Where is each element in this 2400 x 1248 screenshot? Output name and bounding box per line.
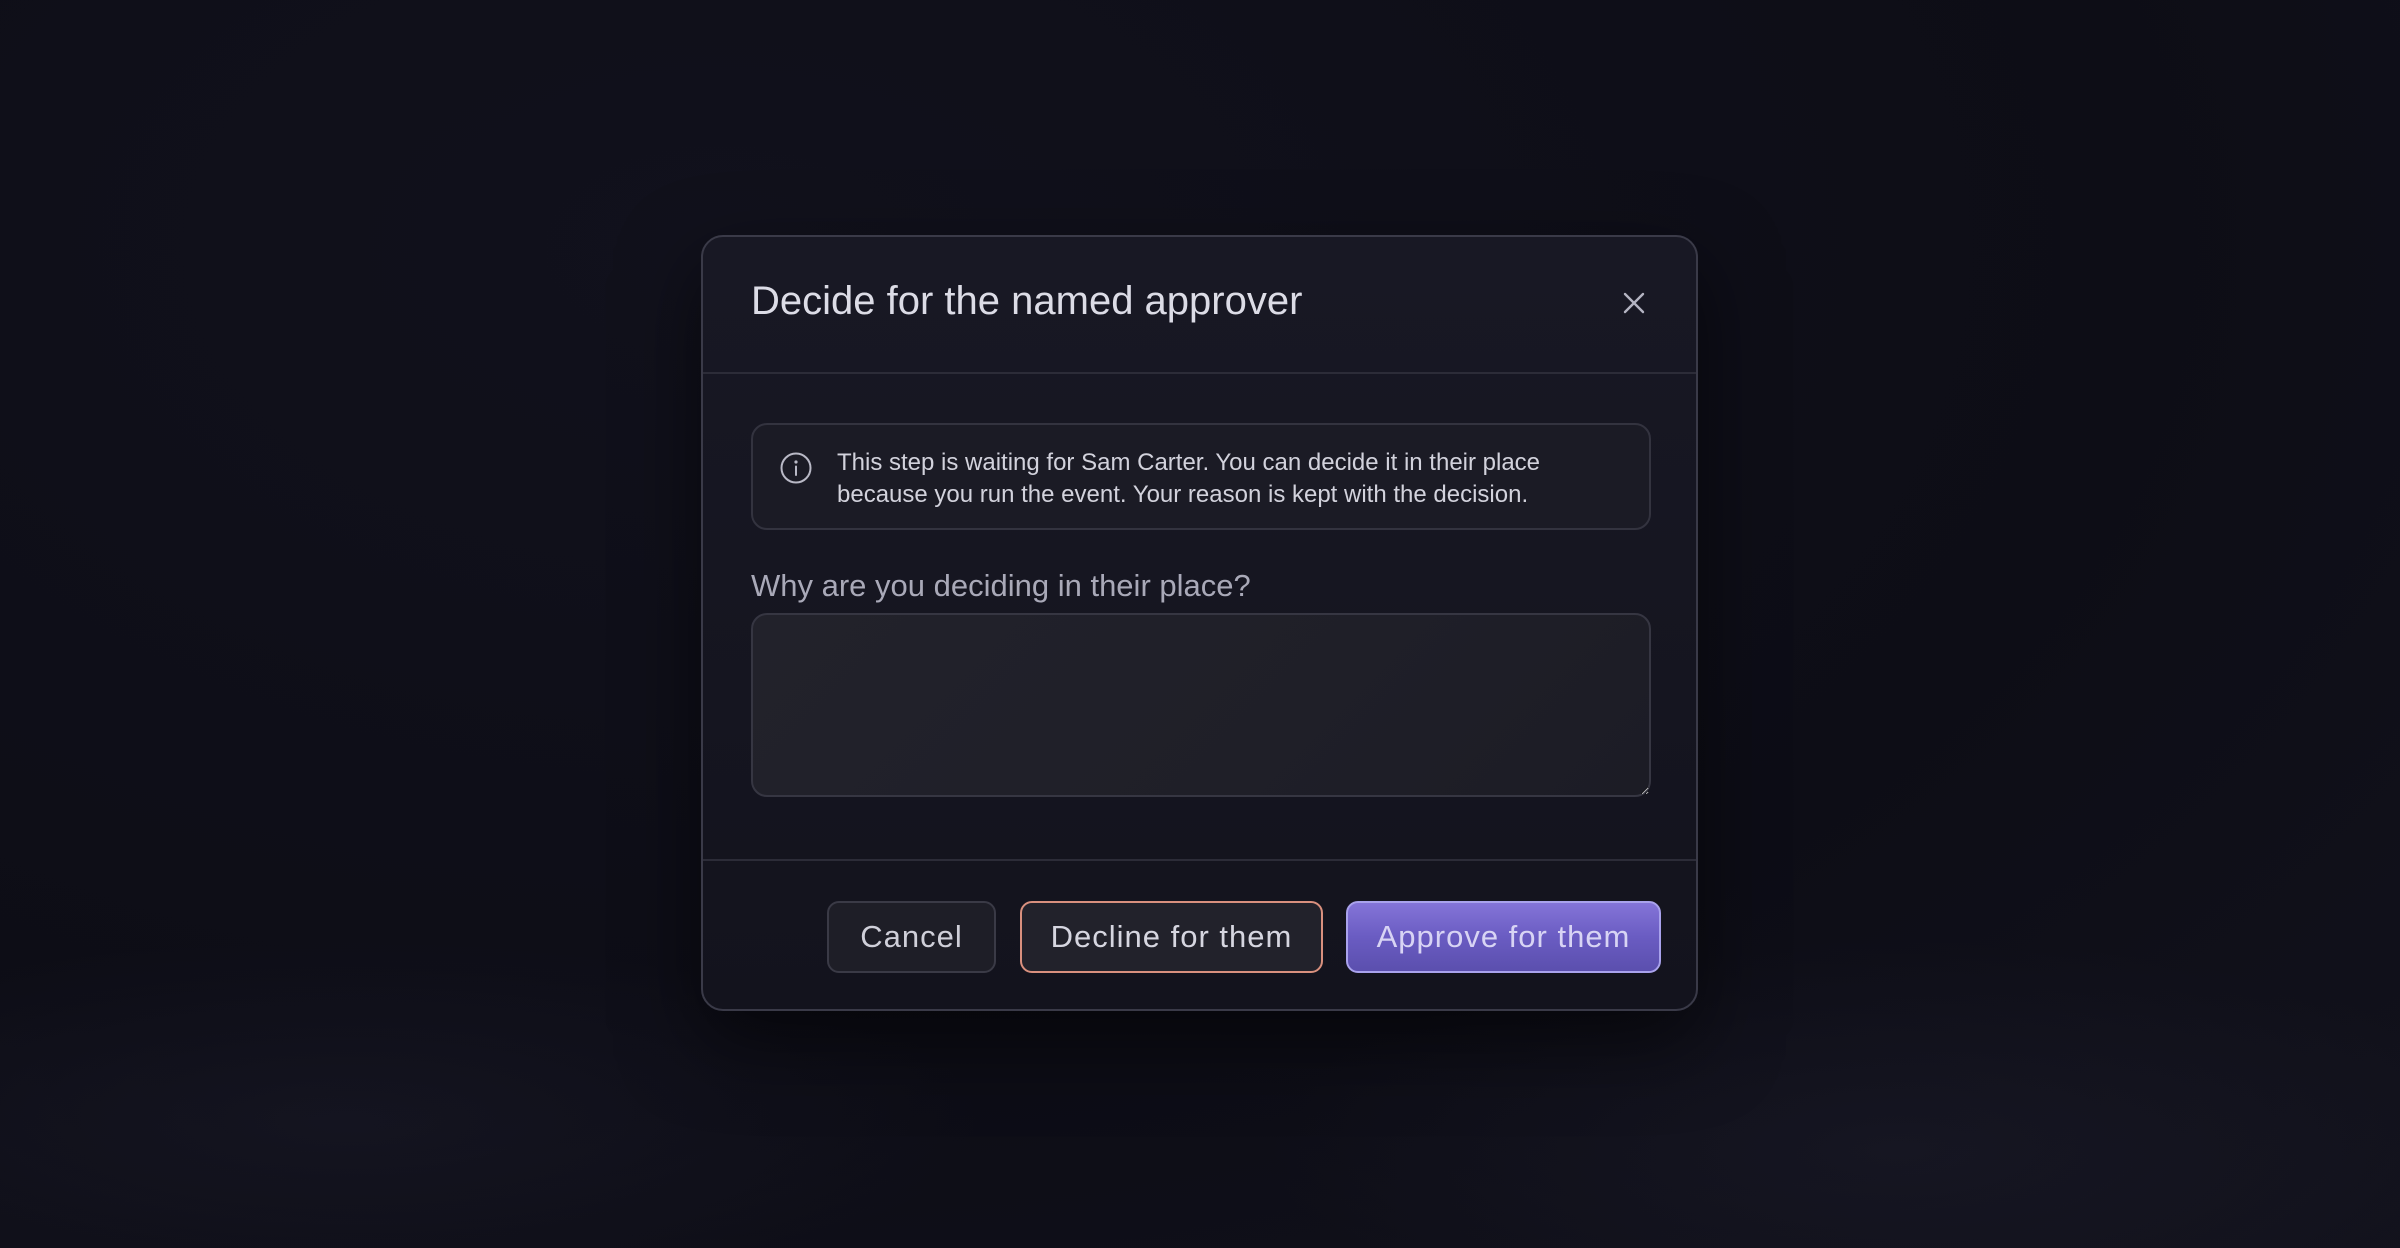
- reason-label: Why are you deciding in their place?: [751, 568, 1251, 603]
- reason-textarea[interactable]: [751, 613, 1651, 797]
- cancel-button[interactable]: Cancel: [827, 901, 996, 973]
- info-icon: [780, 452, 812, 484]
- decline-for-them-button[interactable]: Decline for them: [1020, 901, 1323, 973]
- dialog-footer: Cancel Decline for them Approve for them: [703, 859, 1696, 1009]
- approver-decision-dialog: Decide for the named approver This step …: [701, 235, 1698, 1011]
- dialog-title: Decide for the named approver: [751, 279, 1303, 323]
- info-notice: This step is waiting for Sam Carter. You…: [751, 423, 1651, 530]
- close-icon: [1623, 292, 1645, 314]
- approve-for-them-button[interactable]: Approve for them: [1346, 901, 1661, 973]
- info-text: This step is waiting for Sam Carter. You…: [837, 449, 1541, 508]
- dialog-header: Decide for the named approver: [703, 237, 1696, 374]
- dialog-body: This step is waiting for Sam Carter. You…: [751, 423, 1651, 797]
- close-button[interactable]: [1612, 281, 1656, 325]
